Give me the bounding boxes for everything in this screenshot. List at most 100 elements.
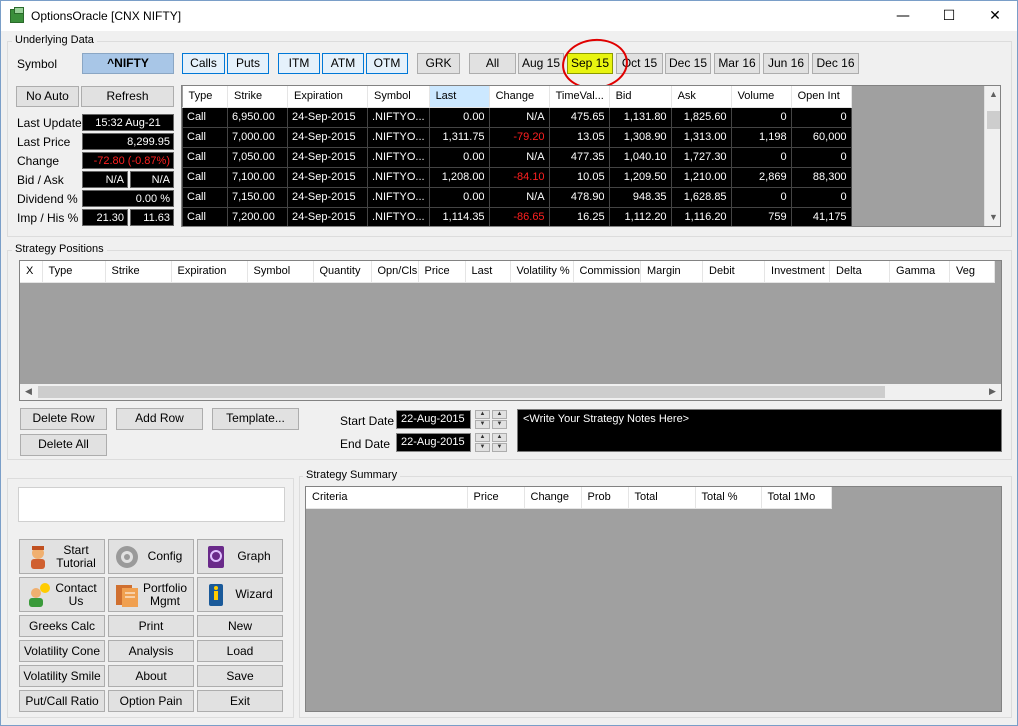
strategy-notes-input[interactable]: <Write Your Strategy Notes Here> [517,409,1002,452]
grk-button[interactable]: GRK [417,53,460,74]
column-header[interactable]: Open Int [791,86,852,108]
column-header[interactable]: Symbol [367,86,430,108]
about-button[interactable]: About [108,665,194,687]
expiry-tab[interactable]: Dec 15 [665,53,711,74]
option-row[interactable]: Call 7,050.00 24-Sep-2015 .NIFTYO... 0.00 N/A… [182,146,852,168]
start-tutorial-button[interactable]: Start Tutorial [19,539,105,574]
column-header[interactable]: Total % [695,487,762,509]
strategy-summary-grid[interactable]: Criteria Price Change Prob Total Total % Total… [305,486,1002,712]
option-row[interactable]: Call 7,150.00 24-Sep-2015 .NIFTYO... 0.00 N/A… [182,186,852,208]
end-date-up2-icon[interactable]: ▲ [492,433,507,442]
column-header[interactable]: Type [42,261,106,283]
option-chain-grid[interactable]: Type Strike Expiration Symbol Last Change Time… [181,85,1001,227]
column-header[interactable]: Prob [581,487,629,509]
delete-all-button[interactable]: Delete All [20,434,107,456]
maximize-button[interactable]: ☐ [926,1,972,31]
column-header[interactable]: Total [628,487,696,509]
expiry-tab[interactable]: Dec 16 [812,53,859,74]
option-pain-button[interactable]: Option Pain [108,690,194,712]
hscroll-thumb[interactable] [38,386,885,398]
volatility-smile-button[interactable]: Volatility Smile [19,665,105,687]
minimize-button[interactable]: — [880,1,926,31]
column-header[interactable]: Change [489,86,550,108]
scroll-right-icon[interactable]: ▶ [985,384,1000,399]
column-header[interactable]: TimeVal... [549,86,610,108]
column-header[interactable]: Investment [764,261,831,283]
end-date-up-icon[interactable]: ▲ [475,433,490,442]
save-button[interactable]: Save [197,665,283,687]
start-date-up-icon[interactable]: ▲ [475,410,490,419]
refresh-button[interactable]: Refresh [81,86,174,107]
portfolio-mgmt-button[interactable]: Portfolio Mgmt [108,577,194,612]
analysis-button[interactable]: Analysis [108,640,194,662]
otm-toggle[interactable]: OTM [366,53,408,74]
end-date-field[interactable]: 22-Aug-2015 [396,433,471,452]
expiry-all-tab[interactable]: All [469,53,516,74]
new-button[interactable]: New [197,615,283,637]
option-row[interactable]: Call 7,200.00 24-Sep-2015 .NIFTYO... 1,114.3… [182,206,852,226]
end-date-down2-icon[interactable]: ▼ [492,443,507,452]
symbol-field[interactable]: ^NIFTY [82,53,174,74]
print-button[interactable]: Print [108,615,194,637]
exit-button[interactable]: Exit [197,690,283,712]
column-header[interactable]: Expiration [287,86,368,108]
option-row[interactable]: Call 7,000.00 24-Sep-2015 .NIFTYO... 1,311.7… [182,126,852,148]
column-header[interactable]: Margin [640,261,704,283]
column-header[interactable]: Criteria [306,487,468,509]
column-header[interactable]: Debit [702,261,766,283]
column-header[interactable]: Change [524,487,582,509]
column-header[interactable]: Price [418,261,466,283]
scroll-thumb[interactable] [987,111,1000,129]
load-button[interactable]: Load [197,640,283,662]
end-date-down-icon[interactable]: ▼ [475,443,490,452]
column-header[interactable]: Delta [829,261,891,283]
calls-toggle[interactable]: Calls [182,53,225,74]
column-header[interactable]: Symbol [247,261,314,283]
contact-us-button[interactable]: Contact Us [19,577,105,612]
graph-button[interactable]: Graph [197,539,283,574]
itm-toggle[interactable]: ITM [278,53,320,74]
atm-toggle[interactable]: ATM [322,53,364,74]
put-call-ratio-button[interactable]: Put/Call Ratio [19,690,105,712]
template-button[interactable]: Template... [212,408,299,430]
option-row[interactable]: Call 6,950.00 24-Sep-2015 .NIFTYO... 0.00 N/A… [182,106,852,128]
volatility-cone-button[interactable]: Volatility Cone [19,640,105,662]
scroll-left-icon[interactable]: ◀ [21,384,36,399]
config-button[interactable]: Config [108,539,194,574]
column-header[interactable]: Quantity [313,261,372,283]
add-row-button[interactable]: Add Row [116,408,203,430]
expiry-tab[interactable]: Mar 16 [714,53,760,74]
column-header[interactable]: Total 1Mo [761,487,832,509]
strategy-hscrollbar[interactable]: ◀ ▶ [20,384,1001,400]
column-header[interactable]: Type [182,86,228,108]
option-chain-scrollbar[interactable]: ▲ ▼ [984,86,1000,226]
option-row[interactable]: Call 7,100.00 24-Sep-2015 .NIFTYO... 1,208.0… [182,166,852,188]
puts-toggle[interactable]: Puts [227,53,269,74]
column-header[interactable]: Last [429,86,490,108]
start-date-down-icon[interactable]: ▼ [475,420,490,429]
no-auto-button[interactable]: No Auto [16,86,79,107]
column-header[interactable]: Opn/Cls [371,261,419,283]
column-header[interactable]: Price [467,487,525,509]
column-header[interactable]: Volume [731,86,792,108]
expiry-tab[interactable]: Jun 16 [763,53,809,74]
delete-row-button[interactable]: Delete Row [20,408,107,430]
column-header[interactable]: Last [465,261,511,283]
column-header[interactable]: Bid [609,86,672,108]
column-header[interactable]: Strike [105,261,172,283]
column-header[interactable]: Commission [573,261,642,283]
column-header[interactable]: Volatility % [510,261,574,283]
start-date-down2-icon[interactable]: ▼ [492,420,507,429]
column-header[interactable]: Strike [227,86,288,108]
greeks-calc-button[interactable]: Greeks Calc [19,615,105,637]
strategy-grid[interactable]: X Type Strike Expiration Symbol Quantity Opn/C… [19,260,1002,401]
column-header[interactable]: X [20,261,43,283]
column-header[interactable]: Veg [949,261,996,283]
column-header[interactable]: Ask [671,86,732,108]
column-header[interactable]: Gamma [889,261,951,283]
expiry-tab[interactable]: Aug 15 [518,53,564,74]
scroll-up-icon[interactable]: ▲ [986,87,1000,102]
close-button[interactable]: ✕ [972,1,1018,31]
wizard-button[interactable]: Wizard [197,577,283,612]
start-date-up2-icon[interactable]: ▲ [492,410,507,419]
